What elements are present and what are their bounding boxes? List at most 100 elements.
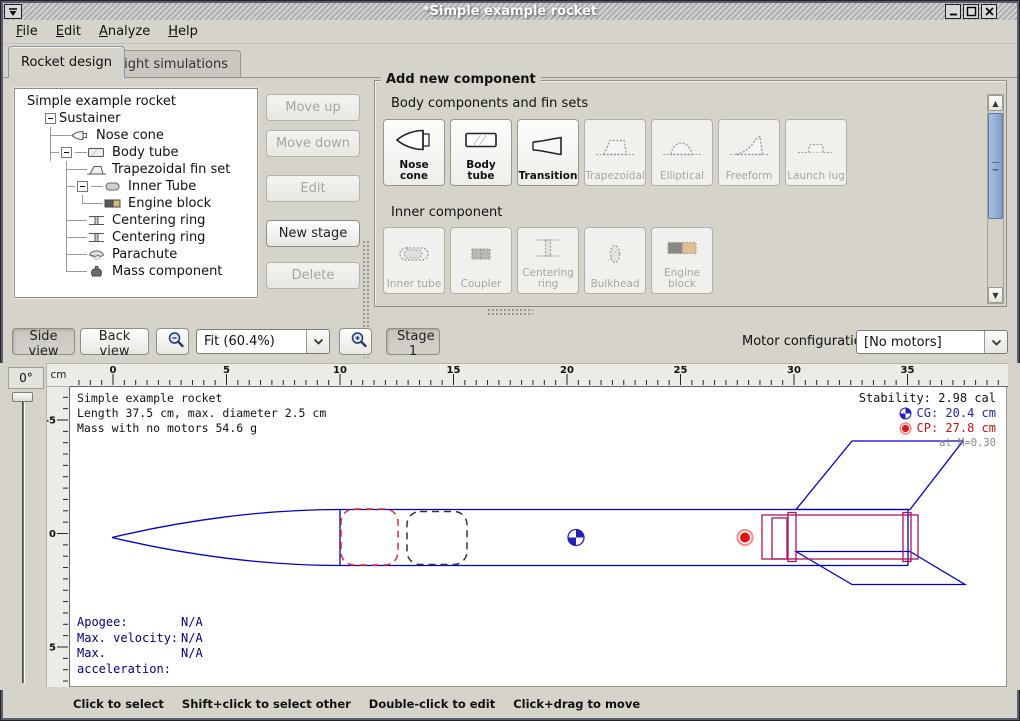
component-button-label: Centering ring [518, 268, 578, 290]
new-stage-button[interactable]: New stage [266, 220, 360, 247]
innertube-icon [384, 228, 444, 279]
window-menu-glyph [7, 7, 19, 17]
tree-connector [59, 127, 71, 144]
add-inner-tube-button: Inner tube [383, 227, 445, 294]
titlebar[interactable]: *Simple example rocket [3, 3, 1017, 20]
minimize-button[interactable] [945, 4, 961, 19]
motor-configuration-select[interactable]: [No motors] [856, 330, 1008, 354]
rocket-mass: Mass with no motors 54.6 g [77, 421, 326, 436]
move-down-button[interactable]: Move down [266, 130, 360, 157]
tree-connector [75, 229, 87, 246]
svg-text:20: 20 [560, 365, 574, 376]
edit-button[interactable]: Edit [266, 175, 360, 202]
tab-rocket-design[interactable]: Rocket design [8, 46, 125, 78]
tree-connector [59, 263, 75, 280]
rocket-info-block: Simple example rocket Length 37.5 cm, ma… [77, 391, 326, 436]
window-menu-icon[interactable] [4, 4, 22, 19]
tree-item-label: Trapezoidal fin set [112, 162, 230, 177]
menu-edit[interactable]: Edit [47, 22, 90, 41]
tree-expander-icon[interactable] [75, 178, 91, 195]
tree-item-label: Mass component [112, 264, 222, 279]
tree-connector [91, 178, 103, 195]
mass-component-outline [407, 512, 467, 565]
tree-item-label: Centering ring [112, 230, 205, 245]
centering-ring-front [788, 513, 796, 562]
tree-item-mass-component[interactable]: Mass component [15, 263, 257, 280]
chevron-down-icon[interactable] [306, 330, 329, 353]
component-panel-scrollbar[interactable]: ▲ ▼ [987, 94, 1004, 304]
tree-item-nose-cone[interactable]: Nose cone [15, 127, 257, 144]
section-label-inner-component: Inner component [391, 205, 502, 220]
tree-connector [59, 246, 75, 263]
chevron-down-icon[interactable] [984, 331, 1007, 353]
tree-connector [59, 229, 75, 246]
max-velocity-label: Max. velocity: [77, 631, 181, 647]
menubar: FileEditAnalyzeHelp [3, 20, 1017, 44]
launchlug-icon [786, 120, 846, 171]
add-transition-button[interactable]: Transition [517, 119, 579, 186]
tree-item-engine-block[interactable]: Engine block [15, 195, 257, 212]
tree-expander-icon[interactable] [43, 110, 59, 127]
tree-item-centering-ring[interactable]: Centering ring [15, 229, 257, 246]
parachute-outline [341, 509, 398, 565]
centeringring-icon [87, 214, 107, 227]
component-tree[interactable]: Simple example rocketSustainerNose coneB… [14, 88, 258, 298]
status-hint: Click to select [73, 697, 164, 711]
back-view-button[interactable]: Back view [80, 328, 149, 355]
scroll-down-icon[interactable]: ▼ [988, 287, 1003, 303]
menu-file[interactable]: File [7, 22, 47, 41]
add-launch-lug-button: Launch lug [785, 119, 847, 186]
engine-block-outline [772, 518, 787, 559]
horizontal-splitter-handle[interactable] [487, 308, 533, 316]
tree-item-simple-example-rocket[interactable]: Simple example rocket [15, 93, 257, 110]
tree-item-label: Engine block [128, 196, 211, 211]
move-up-button[interactable]: Move up [266, 94, 360, 121]
svg-text:35: 35 [901, 365, 915, 376]
stage-1-toggle[interactable]: Stage 1 [386, 328, 440, 355]
status-hint: Click+drag to move [513, 697, 640, 711]
tree-item-centering-ring[interactable]: Centering ring [15, 212, 257, 229]
tree-connector [59, 178, 75, 195]
ruler-unit-label: cm [46, 363, 70, 387]
delete-button[interactable]: Delete [266, 262, 360, 289]
zoom-out-button[interactable] [156, 328, 189, 355]
add-nose-cone-button[interactable]: Nose cone [383, 119, 445, 186]
tree-connector [75, 246, 87, 263]
tree-item-sustainer[interactable]: Sustainer [15, 110, 257, 127]
zoom-level-select[interactable]: Fit (60.4%) [196, 329, 330, 354]
add-engine-block-button: Engine block [651, 227, 713, 294]
scroll-up-icon[interactable]: ▲ [988, 95, 1003, 111]
rotation-slider-track[interactable] [22, 396, 25, 683]
svg-text:5: 5 [223, 365, 230, 376]
fin-bottom [796, 552, 965, 585]
vertical-ruler: -505 [46, 387, 70, 687]
tree-item-label: Sustainer [59, 111, 121, 126]
tree-expander-icon[interactable] [59, 144, 75, 161]
component-button-label: Inner tube [387, 279, 441, 290]
nosecone-icon [384, 120, 444, 160]
side-view-button[interactable]: Side view [12, 328, 75, 355]
maximize-button[interactable] [963, 4, 979, 19]
zoom-in-button[interactable] [339, 328, 372, 355]
rotation-slider-handle[interactable] [12, 392, 33, 402]
status-hint: Double-click to edit [369, 697, 495, 711]
add-trapezoidal-button: Trapezoidal [584, 119, 646, 186]
scrollbar-thumb[interactable] [988, 113, 1003, 219]
add-body-tube-button[interactable]: Body tube [450, 119, 512, 186]
rocket-side-view-canvas[interactable]: Simple example rocket Length 37.5 cm, ma… [70, 387, 1007, 687]
cg-legend-icon [899, 407, 912, 420]
stage-button-column: Move up Move down Edit New stage Delete [266, 94, 360, 294]
tree-item-body-tube[interactable]: Body tube [15, 144, 257, 161]
menu-help[interactable]: Help [159, 22, 207, 41]
close-button[interactable] [981, 4, 997, 19]
tree-item-trapezoidal-fin-set[interactable]: Trapezoidal fin set [15, 161, 257, 178]
motor-configuration-label: Motor configuration: [742, 334, 874, 349]
tree-item-label: Inner Tube [128, 179, 196, 194]
tree-item-parachute[interactable]: Parachute [15, 246, 257, 263]
group-title: Add new component [381, 72, 541, 87]
tree-item-inner-tube[interactable]: Inner Tube [15, 178, 257, 195]
menu-analyze[interactable]: Analyze [90, 22, 159, 41]
finset-icon [87, 163, 107, 176]
inner-tube-outline [762, 515, 918, 559]
max-velocity-value: N/A [181, 631, 203, 647]
